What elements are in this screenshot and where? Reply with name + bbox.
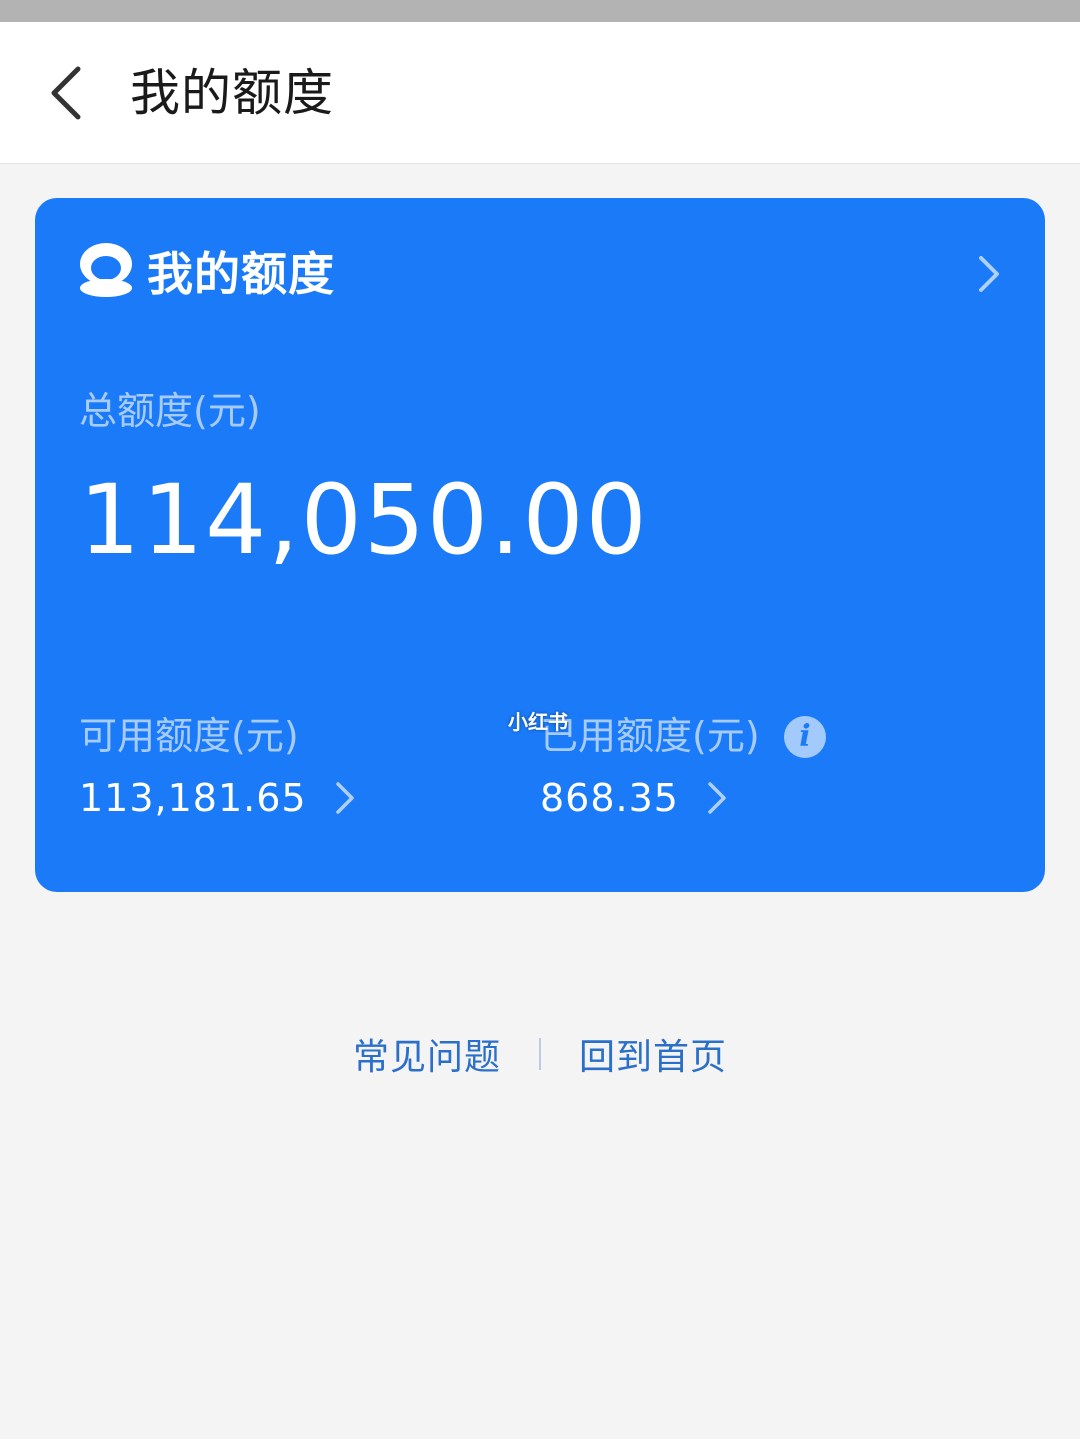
available-limit: 可用额度(元) 113,181.65	[79, 710, 499, 830]
footer-links: 常见问题 回到首页	[0, 1024, 1080, 1084]
footer-divider	[539, 1038, 541, 1070]
available-limit-link[interactable]: 113,181.65	[79, 772, 359, 824]
chevron-right-icon	[979, 256, 999, 292]
status-bar	[0, 0, 1080, 22]
page-title: 我的额度	[130, 64, 334, 122]
available-limit-value: 113,181.65	[79, 776, 307, 820]
used-limit-value: 868.35	[540, 776, 679, 820]
back-button[interactable]	[34, 58, 98, 128]
card-title: 我的额度	[147, 247, 335, 301]
chevron-left-icon	[51, 66, 81, 120]
coin-logo-icon	[80, 243, 132, 297]
faq-link[interactable]: 常见问题	[353, 1028, 501, 1080]
used-limit: 已用额度(元) i 868.35	[540, 710, 960, 830]
used-limit-label: 已用额度(元)	[540, 714, 760, 758]
total-limit-label: 总额度(元)	[79, 389, 261, 433]
total-limit-value: 114,050.00	[79, 464, 649, 576]
chevron-right-icon	[708, 782, 726, 814]
card-header[interactable]: 我的额度	[79, 238, 1009, 310]
used-limit-link[interactable]: 868.35	[540, 772, 731, 824]
available-limit-label: 可用额度(元)	[79, 714, 299, 758]
chevron-right-icon	[335, 782, 354, 814]
info-icon[interactable]: i	[784, 716, 826, 758]
navigation-bar: 我的额度	[0, 22, 1080, 164]
home-link[interactable]: 回到首页	[579, 1028, 727, 1080]
watermark: 小红书	[508, 710, 568, 734]
credit-limit-card: 我的额度 总额度(元) 114,050.00 可用额度(元) 113,181.6…	[35, 198, 1045, 892]
